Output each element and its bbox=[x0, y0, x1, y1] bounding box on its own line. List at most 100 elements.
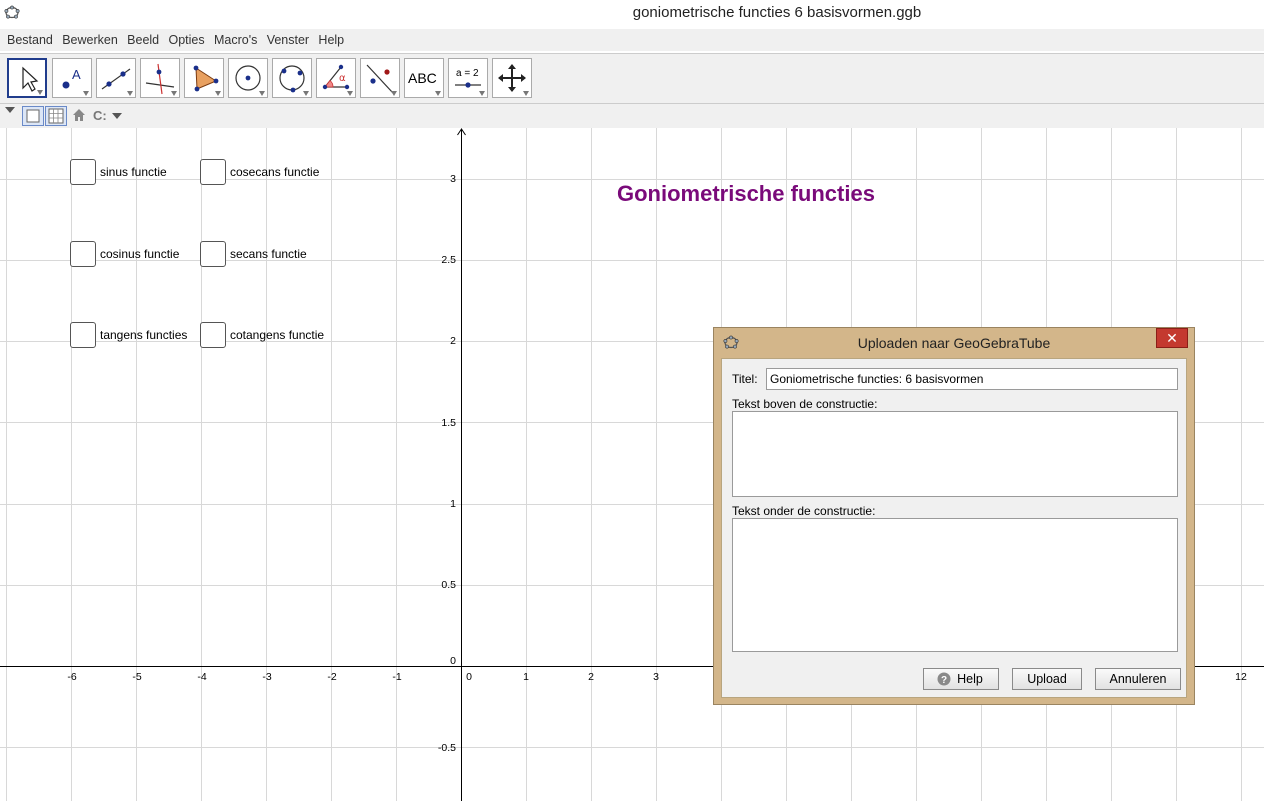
menu-bestand[interactable]: Bestand bbox=[4, 33, 56, 47]
grid-line bbox=[266, 128, 267, 801]
chevron-down-icon bbox=[171, 91, 177, 96]
grid-line bbox=[0, 179, 1264, 180]
angle-tool-button[interactable]: α bbox=[316, 58, 356, 98]
x-tick-label: -5 bbox=[132, 671, 142, 683]
upload-dialog: Uploaden naar GeoGebraTube ✕ Titel: Goni… bbox=[713, 327, 1195, 705]
help-icon: ? bbox=[937, 672, 951, 686]
grid-line bbox=[656, 128, 657, 801]
y-tick-label: 1.5 bbox=[441, 417, 456, 429]
circle-tool-button[interactable] bbox=[228, 58, 268, 98]
y-axis bbox=[461, 130, 462, 801]
checkbox-label: cosinus functie bbox=[100, 247, 180, 261]
window-titlebar: goniometrische functies 6 basisvormen.gg… bbox=[0, 0, 1264, 26]
chevron-down-icon bbox=[435, 91, 441, 96]
toolbar: A α ABC a = 2 bbox=[0, 54, 1264, 103]
chevron-down-icon bbox=[347, 91, 353, 96]
x-tick-label: 2 bbox=[588, 671, 594, 683]
help-button[interactable]: ? Help bbox=[923, 668, 999, 690]
text-tool-label: ABC bbox=[408, 70, 437, 86]
axes-icon bbox=[26, 109, 40, 123]
y-tick-label: 2.5 bbox=[441, 254, 456, 266]
point-tool-button[interactable]: A bbox=[52, 58, 92, 98]
titel-input[interactable]: Goniometrische functies: 6 basisvormen bbox=[766, 368, 1178, 390]
dialog-title: Uploaden naar GeoGebraTube bbox=[857, 335, 1051, 351]
conic-tool-button[interactable] bbox=[272, 58, 312, 98]
grid-line bbox=[0, 747, 1264, 748]
polygon-tool-button[interactable] bbox=[184, 58, 224, 98]
sinus-checkbox[interactable] bbox=[70, 159, 96, 185]
show-axes-toggle[interactable] bbox=[22, 106, 44, 126]
grid-line bbox=[201, 128, 202, 801]
slider-tool-button[interactable]: a = 2 bbox=[448, 58, 488, 98]
x-tick-label: 0 bbox=[466, 671, 472, 683]
x-tick-label: -2 bbox=[327, 671, 337, 683]
grid-icon bbox=[48, 108, 64, 124]
y-tick-label: 3 bbox=[450, 173, 456, 185]
y-axis-arrow-icon bbox=[457, 128, 466, 136]
grid-line bbox=[6, 128, 7, 801]
collapse-triangle-icon[interactable] bbox=[4, 106, 16, 114]
dialog-titlebar[interactable]: Uploaden naar GeoGebraTube ✕ bbox=[714, 328, 1194, 358]
line-tool-button[interactable] bbox=[96, 58, 136, 98]
chevron-down-icon bbox=[127, 91, 133, 96]
text-tool-button[interactable]: ABC bbox=[404, 58, 444, 98]
cancel-button[interactable]: Annuleren bbox=[1095, 668, 1181, 690]
menu-beeld[interactable]: Beeld bbox=[124, 33, 162, 47]
graphics-title: Goniometrische functies bbox=[617, 181, 875, 206]
close-button[interactable]: ✕ bbox=[1156, 328, 1188, 348]
svg-text:?: ? bbox=[941, 675, 947, 686]
reflect-tool-button[interactable] bbox=[360, 58, 400, 98]
checkbox-label: cosecans functie bbox=[230, 165, 320, 179]
tangens-checkbox[interactable] bbox=[70, 322, 96, 348]
checkbox-label: secans functie bbox=[230, 247, 307, 261]
cotangens-checkbox[interactable] bbox=[200, 322, 226, 348]
menu-venster[interactable]: Venster bbox=[264, 33, 312, 47]
upload-button[interactable]: Upload bbox=[1012, 668, 1082, 690]
menu-macros[interactable]: Macro's bbox=[211, 33, 260, 47]
x-tick-label: -3 bbox=[262, 671, 272, 683]
x-tick-label: -6 bbox=[67, 671, 77, 683]
y-tick-label: 2 bbox=[450, 335, 456, 347]
x-tick-label: 3 bbox=[653, 671, 659, 683]
titel-label: Titel: bbox=[732, 372, 758, 386]
menu-bewerken[interactable]: Bewerken bbox=[59, 33, 121, 47]
below-construction-label: Tekst onder de constructie: bbox=[732, 504, 876, 518]
point-capture-label[interactable]: C: bbox=[93, 108, 107, 123]
x-tick-label: -4 bbox=[197, 671, 207, 683]
grid-line bbox=[1241, 128, 1242, 801]
grid-line bbox=[526, 128, 527, 801]
below-construction-textarea[interactable] bbox=[732, 518, 1178, 652]
chevron-down-icon bbox=[479, 91, 485, 96]
y-tick-label: 0.5 bbox=[441, 579, 456, 591]
chevron-down-icon bbox=[259, 91, 265, 96]
checkbox-label: sinus functie bbox=[100, 165, 167, 179]
menu-opties[interactable]: Opties bbox=[165, 33, 207, 47]
above-construction-textarea[interactable] bbox=[732, 411, 1178, 497]
show-grid-toggle[interactable] bbox=[45, 106, 67, 126]
window-title: goniometrische functies 6 basisvormen.gg… bbox=[632, 4, 922, 21]
svg-text:α: α bbox=[339, 73, 346, 84]
cosinus-checkbox[interactable] bbox=[70, 241, 96, 267]
checkbox-label: tangens functies bbox=[100, 328, 188, 342]
grid-line bbox=[331, 128, 332, 801]
move-graphics-view-tool-button[interactable] bbox=[492, 58, 532, 98]
move-tool-button[interactable] bbox=[7, 58, 47, 98]
x-tick-label: 12 bbox=[1235, 671, 1247, 683]
y-tick-label: 0 bbox=[450, 655, 456, 667]
y-tick-label: 1 bbox=[450, 498, 456, 510]
chevron-down-icon[interactable] bbox=[112, 113, 122, 119]
dialog-body: Titel: Goniometrische functies: 6 basisv… bbox=[721, 358, 1187, 698]
grid-line bbox=[591, 128, 592, 801]
menu-help[interactable]: Help bbox=[315, 33, 347, 47]
chevron-down-icon bbox=[303, 91, 309, 96]
home-icon[interactable] bbox=[72, 108, 86, 122]
perpendicular-line-tool-button[interactable] bbox=[140, 58, 180, 98]
chevron-down-icon bbox=[523, 91, 529, 96]
above-construction-label: Tekst boven de constructie: bbox=[732, 397, 878, 411]
chevron-down-icon bbox=[37, 90, 43, 95]
secans-checkbox[interactable] bbox=[200, 241, 226, 267]
cosecans-checkbox[interactable] bbox=[200, 159, 226, 185]
grid-line bbox=[136, 128, 137, 801]
x-tick-label: -1 bbox=[392, 671, 402, 683]
slider-tool-label: a = 2 bbox=[456, 68, 479, 79]
